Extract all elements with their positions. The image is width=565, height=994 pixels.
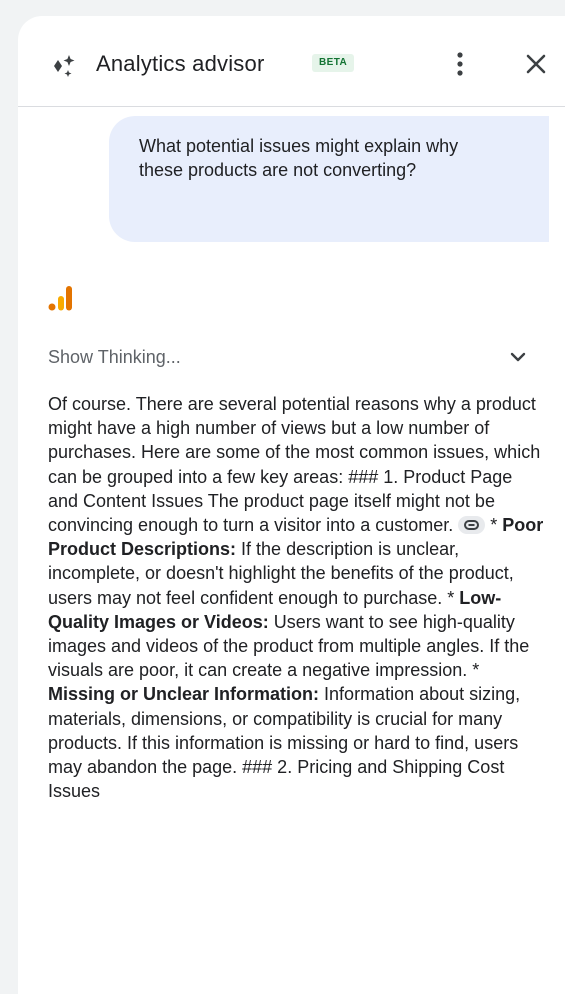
- panel-header: Analytics advisor BETA: [18, 16, 565, 107]
- user-message-text: What potential issues might explain why …: [139, 136, 459, 180]
- google-analytics-logo: [48, 286, 72, 311]
- beta-badge: BETA: [312, 54, 355, 72]
- show-thinking-label: Show Thinking...: [48, 347, 181, 367]
- show-thinking-toggle[interactable]: Show Thinking...: [48, 344, 528, 370]
- assistant-response: Of course. There are several potential r…: [48, 392, 545, 803]
- close-icon[interactable]: [522, 50, 550, 78]
- sparkle-icon: [54, 55, 75, 77]
- user-message-bubble: What potential issues might explain why …: [109, 116, 549, 242]
- link-icon: [464, 520, 480, 531]
- source-link-chip[interactable]: [458, 516, 486, 535]
- chevron-down-icon: [510, 352, 526, 362]
- response-intro: Of course. There are several potential r…: [48, 394, 541, 536]
- more-vert-icon[interactable]: [448, 49, 472, 79]
- response-item-prefix: *: [472, 660, 480, 681]
- analytics-advisor-panel: Analytics advisor BETA What potential is…: [18, 16, 565, 994]
- response-item-prefix: *: [490, 515, 503, 536]
- response-item-prefix: *: [447, 587, 460, 608]
- response-item-title: Missing or Unclear Information:: [48, 684, 320, 705]
- panel-title: Analytics advisor: [96, 51, 265, 76]
